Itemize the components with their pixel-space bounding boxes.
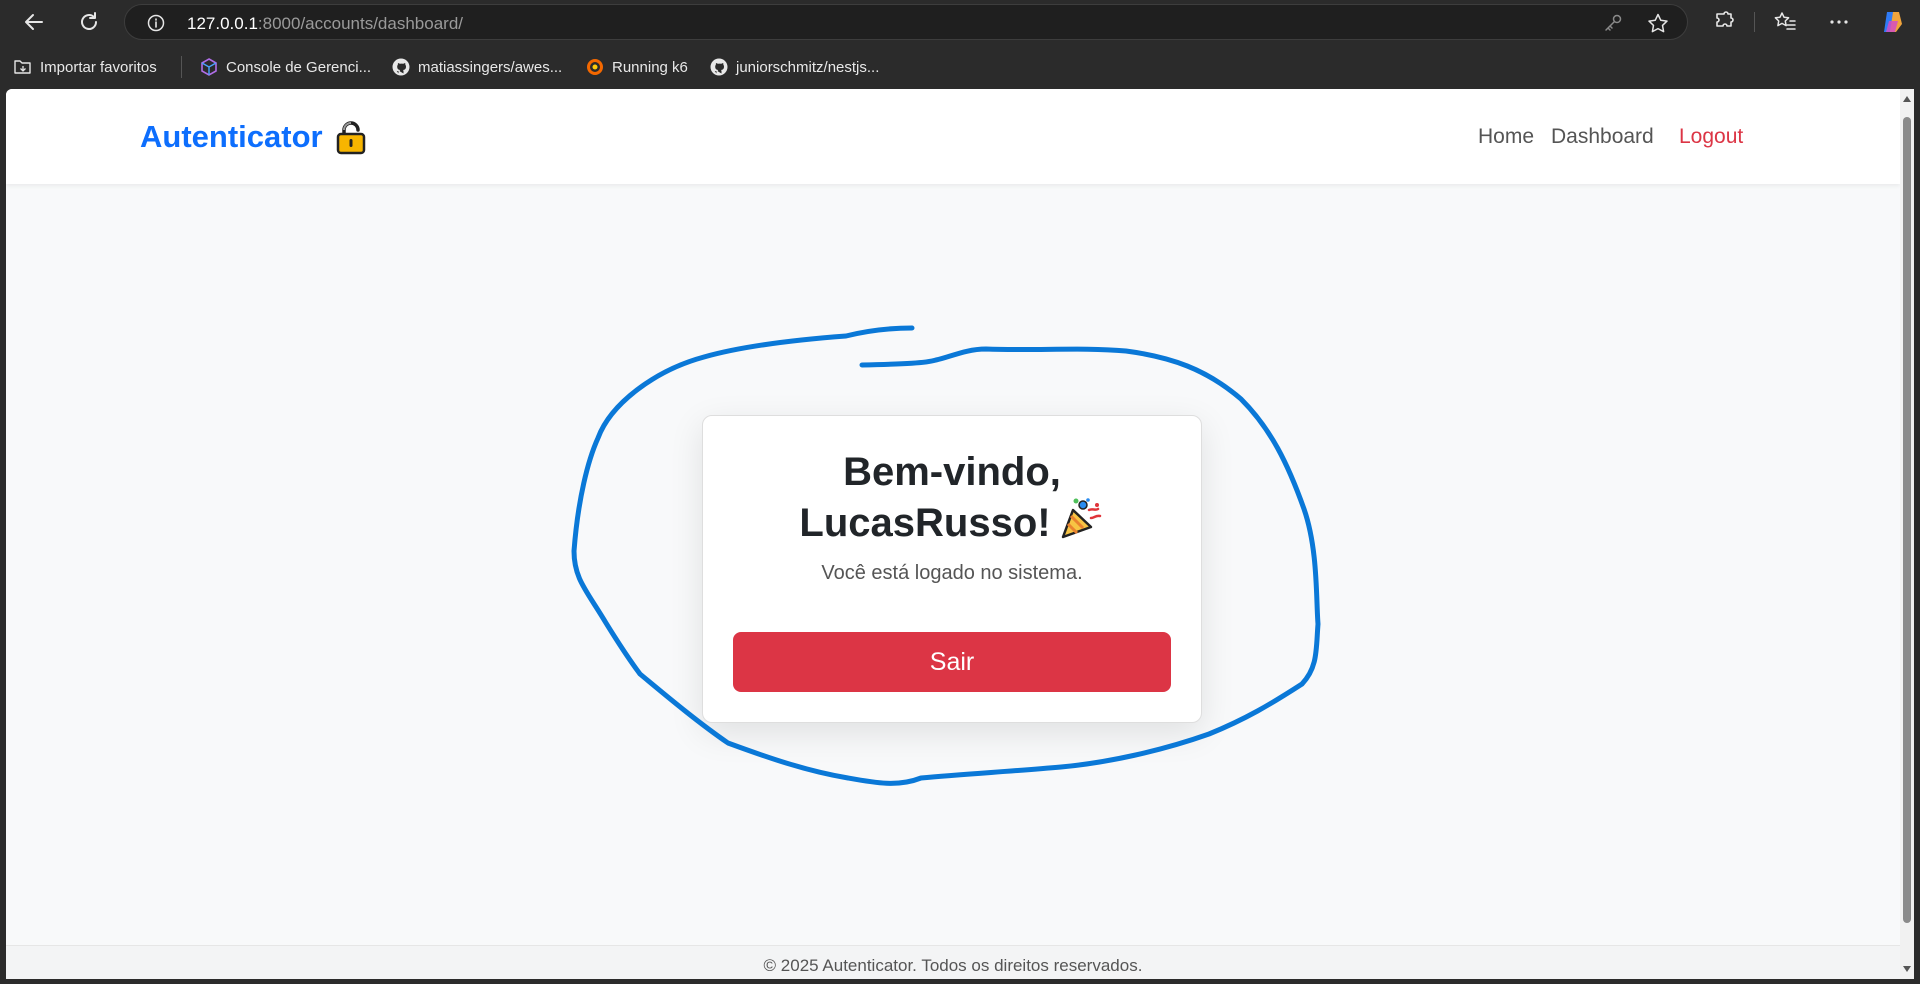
brand-name: Autenticator xyxy=(140,119,323,154)
party-popper-icon xyxy=(1059,496,1105,551)
bookmark-awesome[interactable]: matiassingers/awes... xyxy=(392,56,562,78)
url-path: :8000/accounts/dashboard/ xyxy=(257,14,464,33)
browser-toolbar: 127.0.0.1:8000/accounts/dashboard/ xyxy=(0,0,1920,44)
sair-button[interactable]: Sair xyxy=(733,632,1171,692)
bookmark-divider xyxy=(181,56,182,78)
reload-icon xyxy=(81,12,97,30)
address-bar[interactable]: 127.0.0.1:8000/accounts/dashboard/ xyxy=(124,4,1688,40)
cube-icon xyxy=(200,58,218,76)
puzzle-icon xyxy=(1716,11,1734,27)
scroll-down-arrow-icon[interactable] xyxy=(1902,965,1912,973)
extensions-button[interactable] xyxy=(1708,6,1740,38)
password-key-icon[interactable] xyxy=(1603,14,1623,32)
favorites-button[interactable] xyxy=(1769,6,1801,38)
scroll-up-arrow-icon[interactable] xyxy=(1902,95,1912,103)
welcome-line-1: Bem-vindo, xyxy=(843,450,1061,494)
lock-icon xyxy=(336,121,365,155)
bookmark-console[interactable]: Console de Gerenci... xyxy=(200,56,371,78)
scrollbar-thumb[interactable] xyxy=(1903,117,1911,923)
reload-button[interactable] xyxy=(73,6,105,38)
toolbar-divider xyxy=(1754,12,1755,32)
bookmark-k6[interactable]: Running k6 xyxy=(586,56,688,78)
nav-home-link[interactable]: Home xyxy=(1478,125,1534,149)
bookmarks-bar: Importar favoritos Console de Gerenci...… xyxy=(0,50,1920,84)
page-scrollbar[interactable] xyxy=(1900,89,1914,979)
more-menu-button[interactable] xyxy=(1823,6,1855,38)
bookmark-import[interactable]: Importar favoritos xyxy=(14,56,157,78)
url-text: 127.0.0.1:8000/accounts/dashboard/ xyxy=(187,14,463,34)
github-icon xyxy=(392,58,410,76)
welcome-username: LucasRusso! xyxy=(799,501,1051,545)
welcome-card: Bem-vindo, LucasRusso! Você está logado … xyxy=(702,415,1202,723)
bookmark-nestjs[interactable]: juniorschmitz/nestjs... xyxy=(710,56,879,78)
favorite-star-icon[interactable] xyxy=(1647,13,1669,33)
bookmark-label: Importar favoritos xyxy=(40,58,157,76)
back-arrow-icon xyxy=(25,14,43,30)
footer-copyright: © 2025 Autenticator. Todos os direitos r… xyxy=(763,956,1143,975)
bookmark-label: Console de Gerenci... xyxy=(226,58,372,76)
github-icon xyxy=(710,58,728,76)
bookmark-label: matiassingers/awes... xyxy=(418,58,563,76)
welcome-title: Bem-vindo, LucasRusso! xyxy=(703,448,1201,551)
url-host: 127.0.0.1 xyxy=(187,14,258,33)
nav-dashboard-link[interactable]: Dashboard xyxy=(1551,125,1654,149)
copilot-icon xyxy=(1884,12,1902,32)
window-bottom-edge xyxy=(0,979,1920,984)
bookmark-label: juniorschmitz/nestjs... xyxy=(736,58,880,76)
favorites-list-icon xyxy=(1774,12,1796,30)
page-viewport: Autenticator Home Dashboard Logout Bem-v… xyxy=(6,89,1900,979)
site-navbar: Autenticator Home Dashboard Logout xyxy=(6,89,1900,184)
welcome-subtitle: Você está logado no sistema. xyxy=(821,562,1083,584)
grafana-icon xyxy=(586,58,604,76)
copilot-button[interactable] xyxy=(1877,6,1909,38)
site-footer: © 2025 Autenticator. Todos os direitos r… xyxy=(6,945,1900,979)
more-dots-icon xyxy=(1830,20,1848,24)
back-button[interactable] xyxy=(18,6,50,38)
nav-logout-link[interactable]: Logout xyxy=(1679,125,1743,149)
info-icon[interactable] xyxy=(147,14,165,32)
bookmark-label: Running k6 xyxy=(612,58,688,76)
folder-import-icon xyxy=(14,58,32,76)
brand-link[interactable]: Autenticator xyxy=(140,119,369,155)
